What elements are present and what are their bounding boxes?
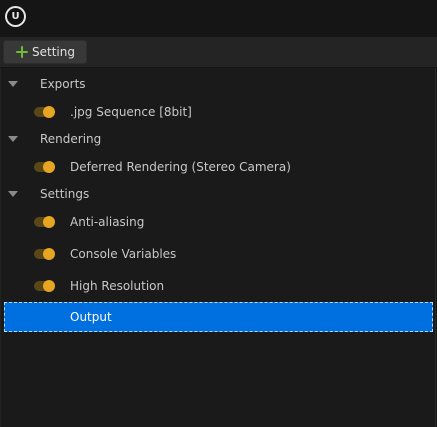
item-label: Output (70, 310, 112, 324)
enable-toggle[interactable] (34, 280, 55, 292)
item-label: Console Variables (70, 247, 177, 261)
tree-item-deferred-rendering[interactable]: Deferred Rendering (Stereo Camera) (1, 153, 437, 181)
tree-item-console-variables[interactable]: Console Variables (1, 240, 437, 268)
item-label: High Resolution (70, 279, 165, 293)
enable-toggle[interactable] (34, 161, 55, 173)
item-label: Deferred Rendering (Stereo Camera) (70, 160, 291, 174)
expand-arrow-icon[interactable] (8, 191, 18, 197)
tree-item-high-resolution[interactable]: High Resolution (1, 272, 437, 300)
toolbar: Setting (0, 37, 437, 67)
toggle-knob (43, 161, 55, 173)
item-label: .jpg Sequence [8bit] (70, 105, 192, 119)
category-exports[interactable]: Exports (1, 70, 437, 98)
toggle-knob (43, 248, 55, 260)
toggle-knob (43, 106, 55, 118)
plus-icon (16, 46, 28, 58)
category-rendering[interactable]: Rendering (1, 125, 437, 153)
category-label: Settings (40, 187, 90, 201)
enable-toggle[interactable] (34, 106, 55, 118)
add-setting-label: Setting (32, 45, 75, 59)
tree-item-output[interactable]: Output (4, 302, 433, 332)
title-bar: U (0, 0, 437, 36)
toggle-knob (43, 280, 55, 292)
toggle-knob (43, 216, 55, 228)
expand-arrow-icon[interactable] (8, 136, 18, 142)
tree-item-anti-aliasing[interactable]: Anti-aliasing (1, 208, 437, 236)
unreal-logo-icon: U (5, 6, 26, 27)
enable-toggle[interactable] (34, 216, 55, 228)
expand-arrow-icon[interactable] (8, 81, 18, 87)
settings-tree-panel: Exports .jpg Sequence [8bit] Rendering D… (0, 68, 436, 427)
enable-toggle[interactable] (34, 248, 55, 260)
category-settings[interactable]: Settings (1, 180, 437, 208)
category-label: Exports (40, 77, 86, 91)
tree-item-jpg-sequence[interactable]: .jpg Sequence [8bit] (1, 98, 437, 126)
add-setting-button[interactable]: Setting (3, 40, 87, 64)
category-label: Rendering (40, 132, 102, 146)
item-label: Anti-aliasing (70, 215, 145, 229)
